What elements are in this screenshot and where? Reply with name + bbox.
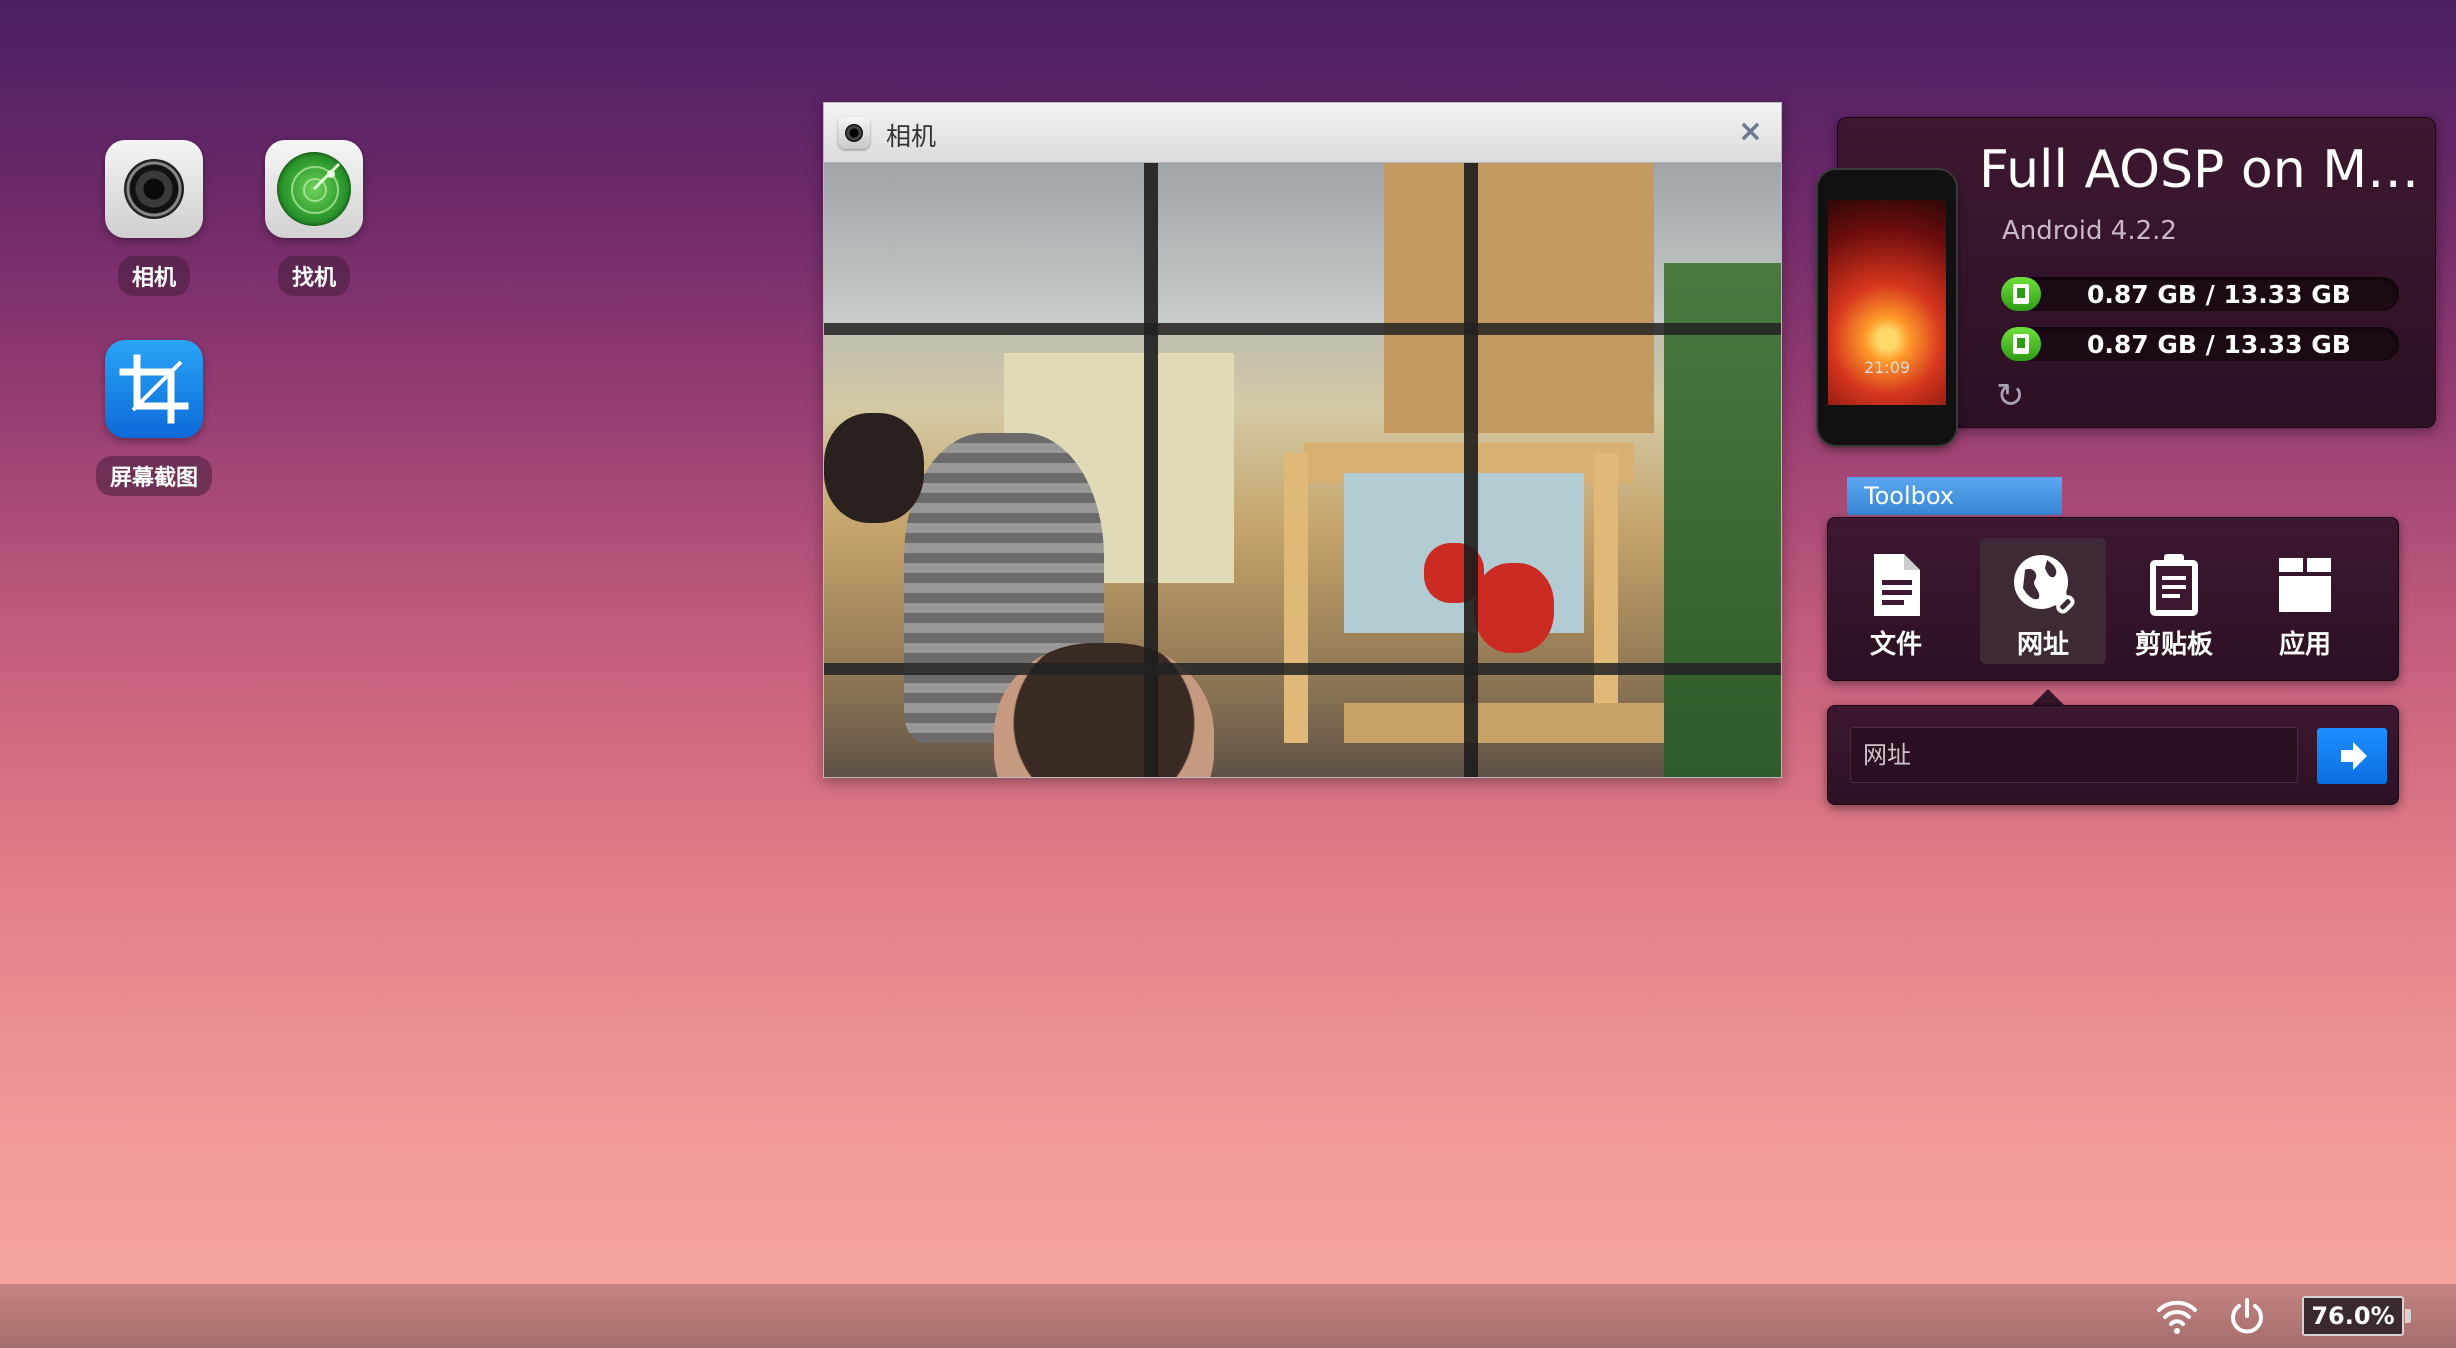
phone-image: 21:09 bbox=[1818, 170, 1956, 445]
window-title: 相机 bbox=[886, 122, 937, 151]
internal-storage-bar: 0.87 GB / 13.33 GB bbox=[2001, 277, 2399, 311]
toolbox-clipboard-button[interactable]: 剪贴板 bbox=[2111, 538, 2237, 664]
toolbox-file-button[interactable]: 文件 bbox=[1833, 538, 1959, 664]
camera-preview bbox=[824, 163, 1781, 777]
radar-icon bbox=[265, 140, 363, 238]
device-os-version: Android 4.2.2 bbox=[2002, 216, 2177, 246]
battery-percentage: 76.0% bbox=[2311, 1302, 2395, 1330]
app-box-icon bbox=[2279, 558, 2331, 612]
toolbox-item-label: 应用 bbox=[2278, 630, 2331, 660]
wifi-icon[interactable] bbox=[2155, 1296, 2199, 1336]
close-icon[interactable]: × bbox=[1738, 114, 1763, 149]
desktop-icon-label: 找机 bbox=[277, 256, 350, 296]
desktop-icon-find-phone[interactable]: 找机 bbox=[244, 140, 384, 296]
taskbar: 76.0% bbox=[0, 1284, 2456, 1348]
crop-icon bbox=[105, 340, 203, 438]
sd-storage-bar: 0.87 GB / 13.33 GB bbox=[2001, 327, 2399, 361]
desktop-icon-screenshot[interactable]: 屏幕截图 bbox=[84, 340, 224, 496]
toolbox-item-label: 网址 bbox=[2016, 630, 2069, 660]
desktop-icon-camera[interactable]: 相机 bbox=[84, 140, 224, 296]
file-icon bbox=[1874, 554, 1920, 616]
power-icon[interactable] bbox=[2227, 1296, 2267, 1336]
url-go-button[interactable] bbox=[2317, 728, 2387, 784]
clipboard-icon bbox=[2150, 554, 2198, 616]
toolbox-item-label: 剪贴板 bbox=[2134, 630, 2213, 660]
desktop-icon-label: 相机 bbox=[117, 256, 190, 296]
storage-usage-text: 0.87 GB / 13.33 GB bbox=[2087, 280, 2351, 309]
device-name: Full AOSP on M… bbox=[1979, 140, 2420, 200]
desktop-icon-label: 屏幕截图 bbox=[95, 456, 212, 496]
toolbox-tab[interactable]: Toolbox bbox=[1847, 477, 2062, 515]
toolbox-panel: 文件 网址 剪贴板 应用 bbox=[1827, 517, 2399, 681]
toolbox-item-label: 文件 bbox=[1869, 630, 1922, 660]
storage-icon bbox=[2013, 284, 2029, 304]
globe-link-icon bbox=[2014, 555, 2075, 614]
battery-indicator: 76.0% bbox=[2302, 1296, 2411, 1336]
phone-clock: 21:09 bbox=[1863, 358, 1911, 377]
arrow-right-icon bbox=[2341, 742, 2367, 770]
url-input[interactable] bbox=[1850, 727, 2298, 783]
storage-usage-text: 0.87 GB / 13.33 GB bbox=[2087, 330, 2351, 359]
camera-icon bbox=[105, 140, 203, 238]
camera-window[interactable]: 相机 × bbox=[823, 102, 1782, 778]
refresh-icon[interactable]: ↻ bbox=[1996, 376, 2025, 416]
toolbox-url-button[interactable]: 网址 bbox=[1980, 538, 2106, 664]
camera-window-titlebar[interactable]: 相机 × bbox=[824, 103, 1781, 163]
sd-card-icon bbox=[2013, 334, 2029, 354]
url-box bbox=[1827, 705, 2399, 805]
toolbox-apps-button[interactable]: 应用 bbox=[2242, 538, 2368, 664]
toolbox-pointer bbox=[2032, 689, 2064, 705]
camera-icon bbox=[838, 117, 870, 149]
